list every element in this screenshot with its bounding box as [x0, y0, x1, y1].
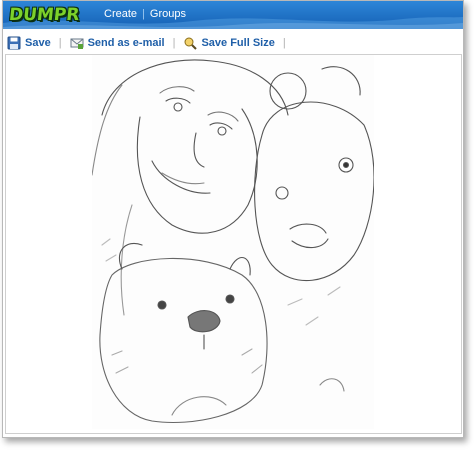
app-window: DUMPR Create | Groups Save | Send as e-m…: [2, 0, 464, 438]
envelope-icon: [70, 36, 84, 50]
main-nav: Create | Groups: [104, 8, 186, 20]
send-email-button[interactable]: Send as e-mail: [70, 36, 165, 50]
toolbar-separator: |: [172, 37, 176, 49]
nav-separator: |: [142, 8, 145, 20]
header-bar: DUMPR Create | Groups: [3, 1, 463, 29]
image-toolbar: Save | Send as e-mail | Save Full Size |: [3, 34, 463, 52]
sketch-image[interactable]: [91, 55, 375, 429]
toolbar-separator: |: [282, 37, 286, 49]
nav-groups-link[interactable]: Groups: [150, 8, 186, 20]
save-full-size-button[interactable]: Save Full Size: [183, 36, 275, 50]
magnifier-icon: [183, 36, 198, 50]
nav-create-link[interactable]: Create: [104, 8, 137, 20]
save-label: Save: [25, 37, 51, 49]
image-panel: [5, 54, 462, 434]
save-button[interactable]: Save: [7, 36, 51, 50]
toolbar-separator: |: [58, 37, 62, 49]
send-email-label: Send as e-mail: [87, 37, 165, 49]
floppy-disk-icon: [7, 36, 21, 50]
dumpr-logo[interactable]: DUMPR: [8, 3, 81, 27]
save-full-size-label: Save Full Size: [201, 37, 275, 49]
sketch-drawing: [91, 59, 375, 424]
